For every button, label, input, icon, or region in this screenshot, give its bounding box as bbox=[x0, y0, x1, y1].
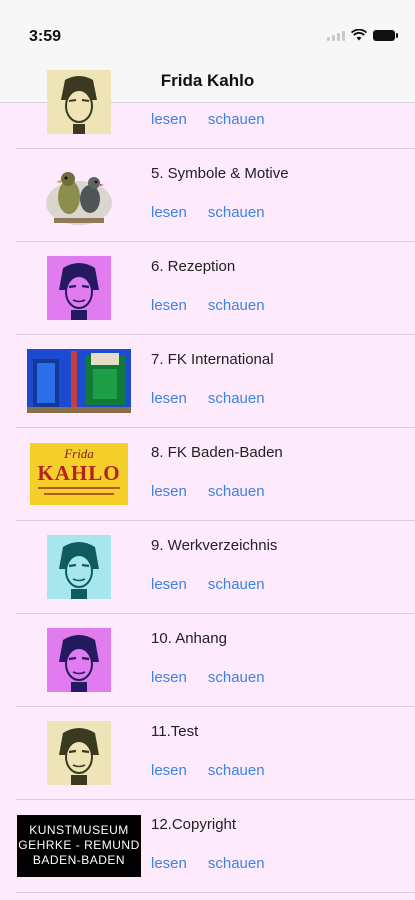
frida-portrait-icon bbox=[47, 70, 111, 134]
status-time: 3:59 bbox=[29, 28, 62, 45]
list-item[interactable]: 9. Werkverzeichnis lesen schauen bbox=[16, 521, 415, 614]
birds-icon bbox=[46, 172, 112, 225]
read-link[interactable]: lesen bbox=[151, 762, 187, 779]
view-link[interactable]: schauen bbox=[208, 390, 265, 407]
list-item[interactable]: 5. Symbole & Motive lesen schauen bbox=[16, 149, 415, 242]
chapter-thumbnail: Frida KAHLO bbox=[16, 428, 142, 520]
frida-portrait-icon bbox=[47, 628, 111, 692]
read-link[interactable]: lesen bbox=[151, 669, 187, 686]
frida-portrait-icon bbox=[47, 256, 111, 320]
chapter-thumbnail bbox=[16, 707, 142, 799]
chapter-title: 5. Symbole & Motive bbox=[151, 165, 289, 182]
view-link[interactable]: schauen bbox=[208, 855, 265, 872]
chapter-thumbnail bbox=[16, 521, 142, 613]
chapter-thumbnail bbox=[16, 614, 142, 706]
view-link[interactable]: schauen bbox=[208, 111, 265, 128]
battery-icon bbox=[373, 29, 398, 41]
chapter-title: 6. Rezeption bbox=[151, 258, 236, 275]
chapter-thumbnail bbox=[16, 335, 142, 427]
signal-icon bbox=[327, 30, 345, 41]
read-link[interactable]: lesen bbox=[151, 390, 187, 407]
chapter-thumbnail bbox=[16, 242, 142, 334]
read-link[interactable]: lesen bbox=[151, 204, 187, 221]
list-item[interactable]: 6. Rezeption lesen schauen bbox=[16, 242, 415, 335]
view-link[interactable]: schauen bbox=[208, 204, 265, 221]
read-link[interactable]: lesen bbox=[151, 483, 187, 500]
chapter-title: 11.Test bbox=[151, 723, 199, 740]
museum-logo: KUNSTMUSEUM GEHRKE - REMUND BADEN-BADEN bbox=[17, 815, 141, 877]
view-link[interactable]: schauen bbox=[208, 297, 265, 314]
list-item[interactable]: 11.Test lesen schauen bbox=[16, 707, 415, 800]
chapter-thumbnail bbox=[16, 149, 142, 241]
chapter-title: 10. Anhang bbox=[151, 630, 227, 647]
frida-portrait-icon bbox=[47, 721, 111, 785]
view-link[interactable]: schauen bbox=[208, 483, 265, 500]
read-link[interactable]: lesen bbox=[151, 297, 187, 314]
view-link[interactable]: schauen bbox=[208, 762, 265, 779]
list-item[interactable]: 7. FK International lesen schauen bbox=[16, 335, 415, 428]
read-link[interactable]: lesen bbox=[151, 111, 187, 128]
chapter-title: 12.Copyright bbox=[151, 816, 237, 833]
frida-portrait-icon bbox=[47, 535, 111, 599]
read-link[interactable]: lesen bbox=[151, 855, 187, 872]
status-bar: 3:59 bbox=[0, 0, 415, 60]
house-photo-icon bbox=[27, 349, 131, 413]
view-link[interactable]: schauen bbox=[208, 669, 265, 686]
wifi-icon bbox=[351, 29, 367, 41]
list-item[interactable]: lesen schauen bbox=[16, 56, 415, 149]
list-item[interactable]: 10. Anhang lesen schauen bbox=[16, 614, 415, 707]
view-link[interactable]: schauen bbox=[208, 576, 265, 593]
chapter-thumbnail bbox=[16, 56, 142, 148]
status-icons bbox=[327, 29, 398, 41]
chapter-title: 7. FK International bbox=[151, 351, 274, 368]
list-item[interactable]: KUNSTMUSEUM GEHRKE - REMUND BADEN-BADEN … bbox=[16, 800, 415, 893]
chapter-thumbnail: KUNSTMUSEUM GEHRKE - REMUND BADEN-BADEN bbox=[16, 800, 142, 892]
read-link[interactable]: lesen bbox=[151, 576, 187, 593]
chapter-title: 8. FK Baden-Baden bbox=[151, 444, 283, 461]
chapter-title: 9. Werkverzeichnis bbox=[151, 537, 278, 554]
frida-kahlo-banner: Frida KAHLO bbox=[30, 443, 128, 505]
list-item[interactable]: Frida KAHLO 8. FK Baden-Baden lesen scha… bbox=[16, 428, 415, 521]
